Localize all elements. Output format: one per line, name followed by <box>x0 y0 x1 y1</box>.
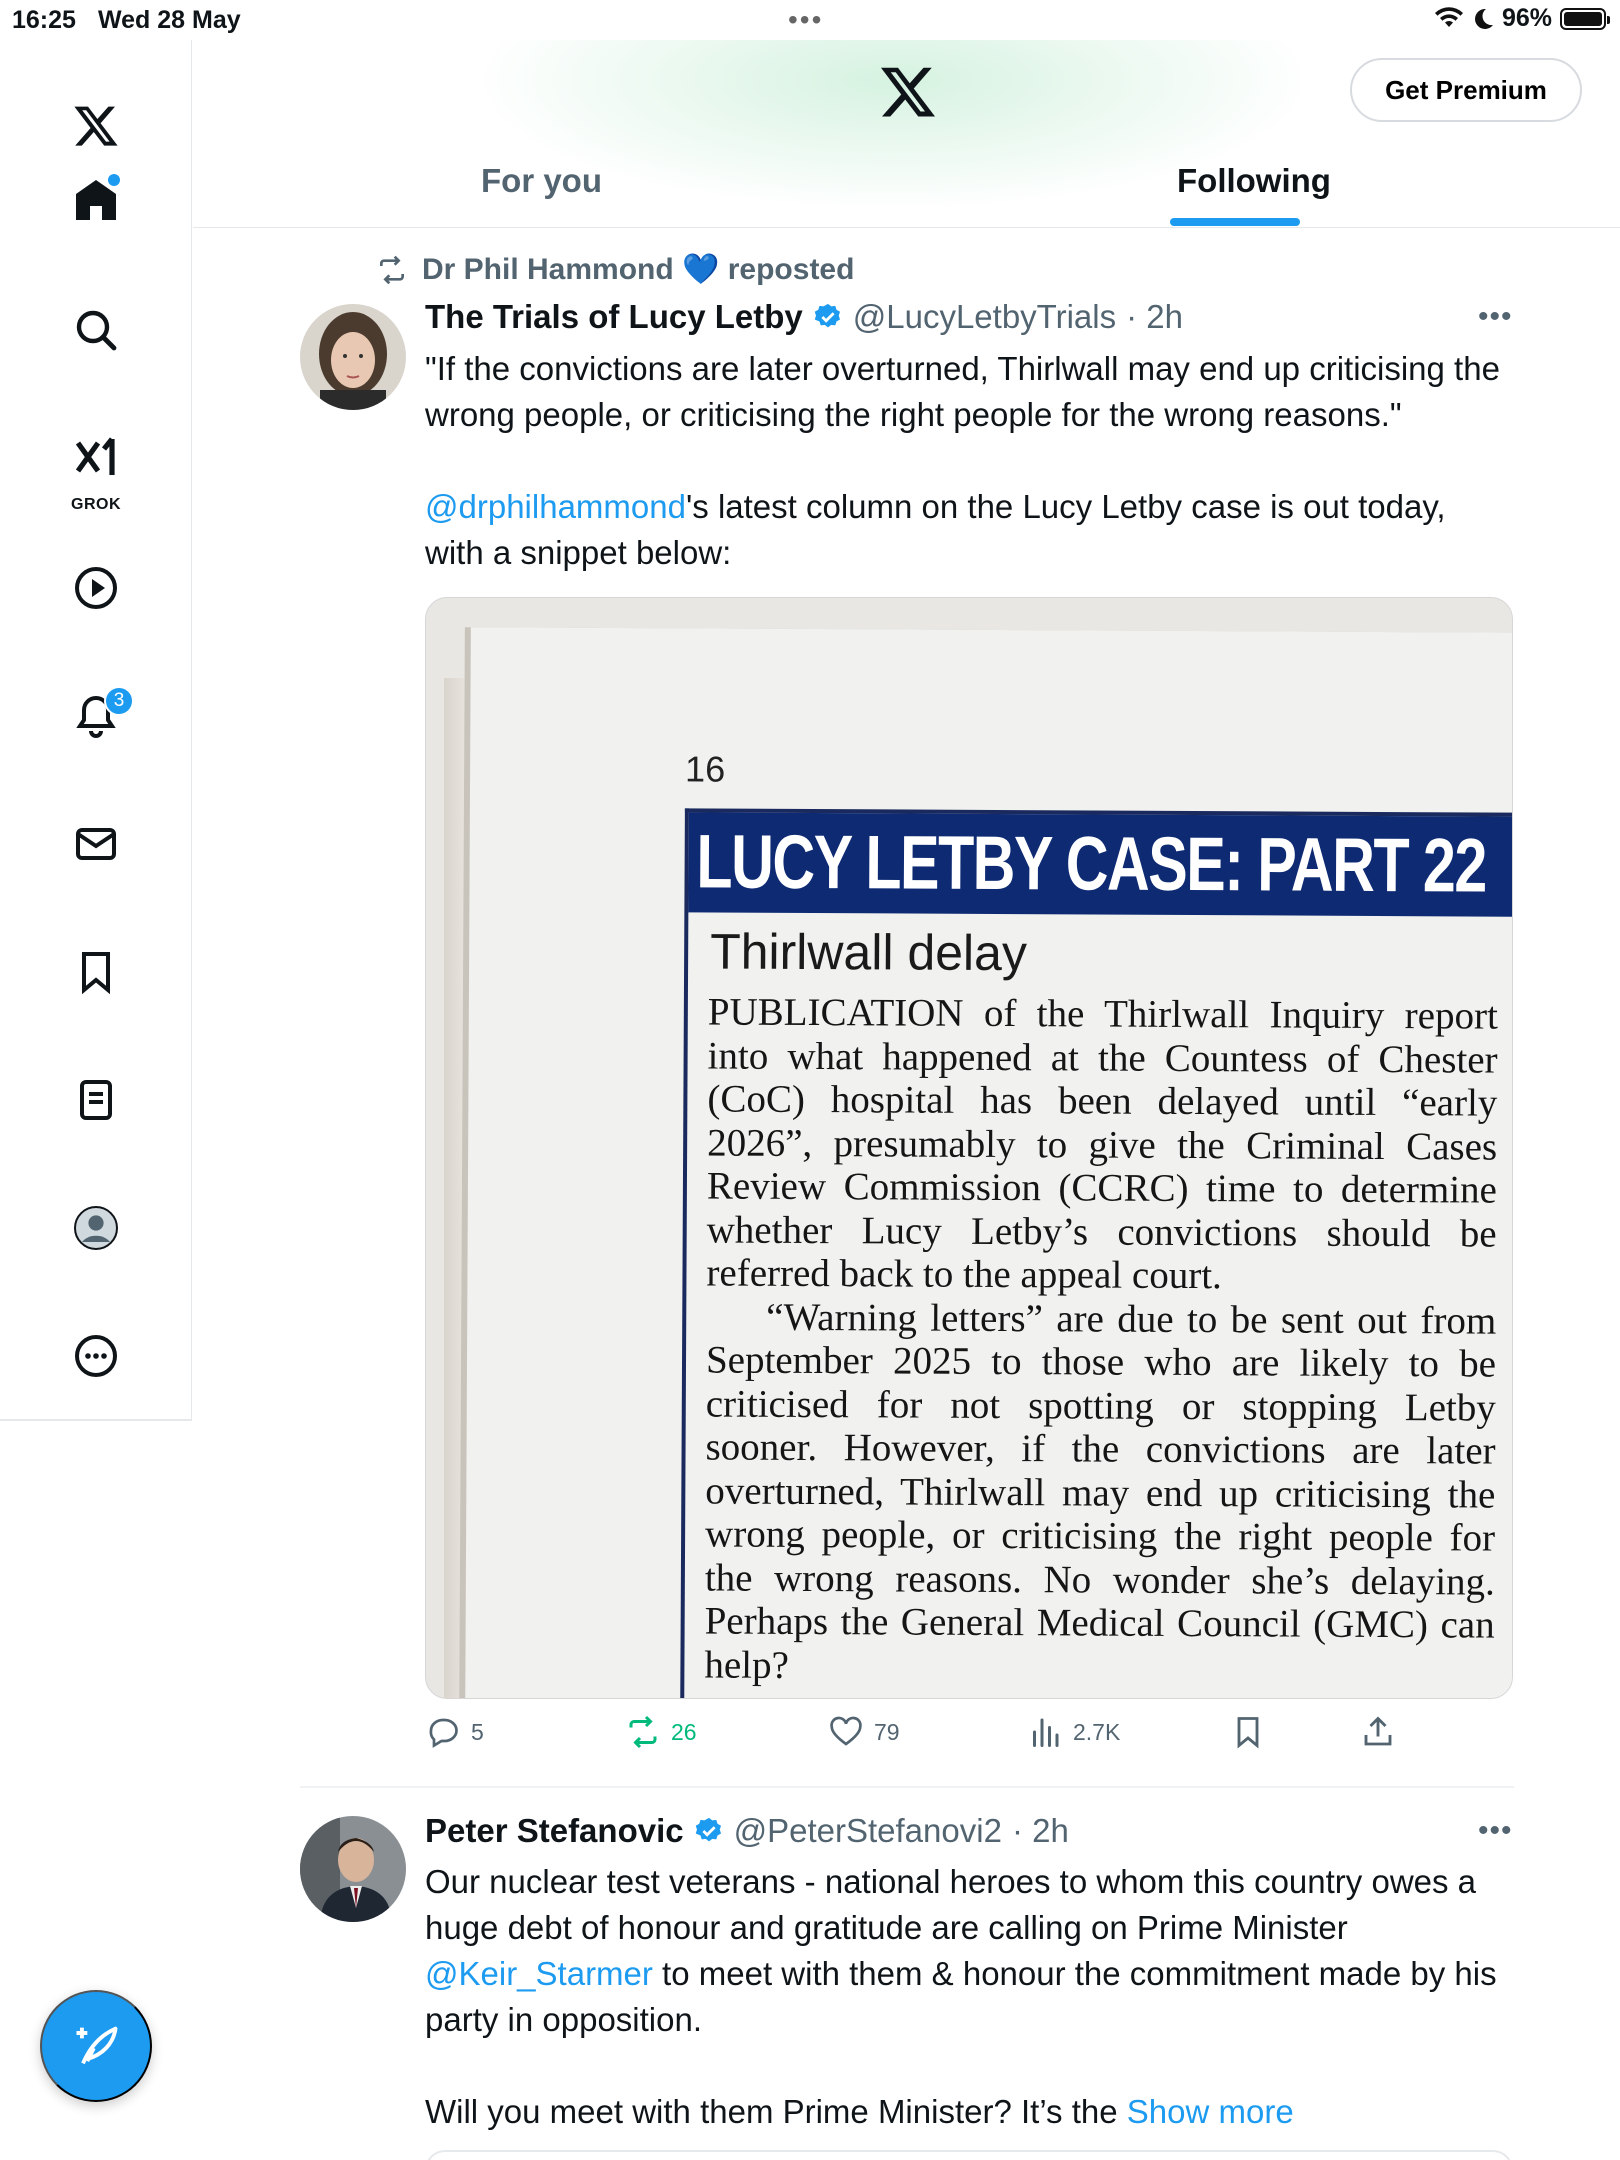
tweet2-author-name[interactable]: Peter Stefanovic <box>425 1812 684 1850</box>
tweet1-header: The Trials of Lucy Letby @LucyLetbyTrial… <box>425 298 1183 336</box>
list-icon <box>80 1080 112 1120</box>
feather-plus-icon <box>76 2026 118 2065</box>
tweet1-author-name[interactable]: The Trials of Lucy Letby <box>425 298 803 336</box>
grok-icon <box>75 437 115 475</box>
tweet1-media-image[interactable]: 16 LUCY LETBY CASE: PART 22 Thirlwall de… <box>425 597 1513 1699</box>
reply-icon <box>429 1718 458 1748</box>
tweet1-avatar[interactable] <box>300 304 406 410</box>
active-tab-indicator <box>1170 218 1300 226</box>
repost-icon <box>380 255 404 284</box>
reply-button[interactable]: 5 <box>425 1714 484 1750</box>
sidebar-item-messages[interactable] <box>60 808 132 880</box>
verified-badge-icon <box>814 303 840 328</box>
view-count: 2.7K <box>1073 1718 1121 1745</box>
notification-badge: 3 <box>104 686 134 716</box>
tweet1-time[interactable]: · 2h <box>1126 298 1183 336</box>
views-button[interactable]: 2.7K <box>1027 1714 1120 1750</box>
bookmark-button[interactable] <box>1230 1714 1266 1750</box>
sidebar-item-notifications[interactable]: 3 <box>60 680 134 752</box>
sidebar-item-more[interactable] <box>60 1320 132 1392</box>
grok-label: GROK <box>71 496 121 513</box>
tweet2-avatar[interactable] <box>300 1816 406 1922</box>
avatar-photo <box>300 304 406 410</box>
wifi-icon <box>1434 6 1463 27</box>
article-body: PUBLICATION of the Thirlwall Inquiry rep… <box>704 990 1498 1690</box>
repost-indicator: Dr Phil Hammond 💙 reposted <box>376 252 854 287</box>
timeline-header: Get Premium For you Following <box>193 40 1620 228</box>
tweet2-media-card-edge <box>425 2150 1513 2160</box>
profile-avatar-icon <box>74 1206 118 1250</box>
tweet2-more-icon[interactable]: ••• <box>1478 1814 1513 1848</box>
repost-by-name[interactable]: Dr Phil Hammond 💙 reposted <box>422 252 854 287</box>
article-paragraph-1: PUBLICATION of the Thirlwall Inquiry rep… <box>706 990 1498 1298</box>
multitasking-dots-icon[interactable]: ••• <box>788 4 823 36</box>
tweet2-text: Our nuclear test veterans - national her… <box>425 1859 1505 2135</box>
sidebar-x-logo[interactable] <box>60 90 132 162</box>
like-count: 79 <box>874 1718 900 1745</box>
article-box: LUCY LETBY CASE: PART 22 Thirlwall delay… <box>680 808 1512 1698</box>
tab-for-you[interactable]: For you <box>481 162 602 200</box>
x-logo-icon <box>881 67 935 117</box>
tweet2-handle[interactable]: @PeterStefanovi2 <box>734 1812 1002 1850</box>
bookmark-icon <box>1237 1717 1259 1749</box>
analytics-icon <box>1033 1718 1059 1747</box>
sidebar: GROK 3 <box>0 40 192 1420</box>
mention-link[interactable]: @drphilhammond <box>425 488 686 525</box>
sidebar-item-video[interactable] <box>60 552 132 624</box>
tweet1-paragraph2: @drphilhammond's latest column on the Lu… <box>425 488 1446 571</box>
battery-percent: 96% <box>1501 4 1552 32</box>
tweet1-text: "If the convictions are later overturned… <box>425 346 1505 576</box>
tweet1-quote: "If the convictions are later overturned… <box>425 350 1500 433</box>
magazine-page: 16 LUCY LETBY CASE: PART 22 Thirlwall de… <box>465 627 1512 1698</box>
verified-badge-icon <box>695 1817 721 1842</box>
envelope-icon <box>76 828 116 860</box>
sidebar-item-lists[interactable] <box>60 1064 132 1136</box>
sidebar-item-home[interactable] <box>60 164 132 236</box>
tweet2-paragraph2: Will you meet with them Prime Minister? … <box>425 2093 1294 2130</box>
bookmark-icon <box>82 952 110 995</box>
mention-link[interactable]: @Keir_Starmer <box>425 1955 653 1992</box>
tweet-divider <box>300 1786 1514 1788</box>
tweet1-actions: 5 26 79 2.7K <box>425 1714 1425 1762</box>
repost-icon <box>629 1715 657 1749</box>
tweet2-header: Peter Stefanovic @PeterStefanovi2 · 2h <box>425 1812 1069 1850</box>
play-circle-icon <box>75 567 117 609</box>
tab-following[interactable]: Following <box>1177 162 1331 200</box>
article-subhead: Thirlwall delay <box>710 923 1028 982</box>
show-more-link[interactable]: Show more <box>1127 2093 1294 2130</box>
compose-post-button[interactable] <box>40 1990 152 2102</box>
battery-icon <box>1560 7 1610 30</box>
sidebar-item-profile[interactable] <box>60 1192 132 1264</box>
repost-button[interactable]: 26 <box>625 1714 697 1750</box>
sidebar-item-bookmarks[interactable] <box>60 936 132 1008</box>
page-number: 16 <box>685 748 726 790</box>
tweet2-paragraph1: Our nuclear test veterans - national her… <box>425 1863 1497 2038</box>
moon-icon <box>1474 8 1493 29</box>
more-circle-icon <box>75 1335 117 1377</box>
share-button[interactable] <box>1360 1714 1396 1750</box>
sidebar-item-search[interactable] <box>60 294 132 366</box>
status-right: 96% <box>1434 4 1610 33</box>
sidebar-divider <box>0 1419 192 1421</box>
repost-count: 26 <box>671 1718 697 1745</box>
share-icon <box>1364 1716 1392 1746</box>
status-bar: 16:25 Wed 28 May ••• 96% <box>0 0 1620 40</box>
search-icon <box>76 310 117 351</box>
article-paragraph-2: “Warning letters” are due to be sent out… <box>704 1295 1497 1687</box>
like-button[interactable]: 79 <box>828 1714 900 1750</box>
tweet1-more-icon[interactable]: ••• <box>1478 300 1513 334</box>
x-logo-icon <box>74 106 118 146</box>
status-date: Wed 28 May <box>98 6 241 34</box>
home-new-dot <box>108 174 120 186</box>
avatar-photo <box>300 1816 406 1922</box>
tweet1-handle[interactable]: @LucyLetbyTrials <box>853 298 1116 336</box>
sidebar-item-grok[interactable]: GROK <box>60 420 132 513</box>
tweet2-time[interactable]: · 2h <box>1012 1812 1069 1850</box>
reply-count: 5 <box>471 1718 484 1745</box>
article-headline: LUCY LETBY CASE: PART 22 <box>688 812 1512 917</box>
status-time: 16:25 <box>12 6 76 34</box>
get-premium-button[interactable]: Get Premium <box>1350 58 1582 122</box>
heart-icon <box>830 1716 862 1746</box>
